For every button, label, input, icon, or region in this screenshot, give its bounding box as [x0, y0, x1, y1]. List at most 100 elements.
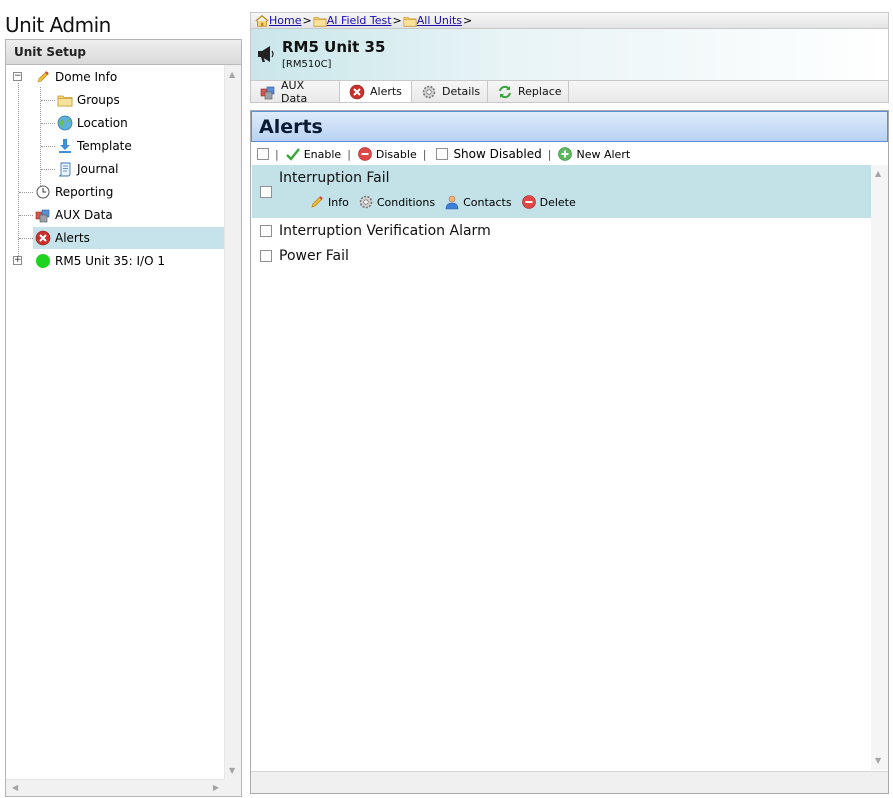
tree-item-location[interactable]: Location: [57, 112, 128, 134]
tab-replace[interactable]: Replace: [488, 81, 569, 102]
tree-item-template[interactable]: Template: [57, 135, 132, 157]
collapse-icon[interactable]: −: [13, 72, 22, 81]
tree-item-alerts[interactable]: Alerts: [33, 227, 225, 249]
page-title: Unit Admin: [5, 13, 111, 37]
breadcrumb-home-link[interactable]: Home: [269, 14, 301, 27]
tree-line: [19, 192, 33, 193]
tab-label: AUX Data: [281, 78, 308, 105]
unit-model: [RM510C]: [282, 59, 332, 70]
tree-item-journal[interactable]: Journal: [57, 158, 119, 180]
scroll-down-icon[interactable]: ▼: [229, 767, 235, 775]
unit-setup-tree: − Dome Info Groups Location Template Jou…: [6, 65, 225, 781]
scroll-down-icon[interactable]: ▼: [875, 757, 881, 765]
tree-item-aux-data[interactable]: AUX Data: [35, 204, 113, 226]
error-icon: [349, 84, 365, 100]
status-green-icon: [35, 253, 51, 269]
alert-name[interactable]: Interruption Fail: [279, 170, 390, 186]
alert-row[interactable]: Power Fail: [252, 246, 871, 268]
checkmark-icon: [285, 146, 301, 162]
disable-button[interactable]: Disable: [357, 146, 417, 162]
scroll-up-icon[interactable]: ▲: [875, 170, 881, 178]
journal-icon: [57, 161, 73, 177]
clock-icon: [35, 184, 51, 200]
tree-item-io-unit[interactable]: RM5 Unit 35: I/O 1: [35, 250, 165, 272]
tree-item-label: AUX Data: [55, 208, 113, 222]
scroll-up-icon[interactable]: ▲: [229, 71, 235, 79]
megaphone-icon: [255, 43, 277, 65]
breadcrumb-separator: >: [463, 14, 473, 27]
unit-title: RM5 Unit 35: [282, 38, 386, 56]
action-label: Contacts: [463, 195, 512, 209]
gear-icon: [358, 194, 374, 210]
scroll-left-icon[interactable]: ◀: [12, 784, 18, 792]
disable-label: Disable: [375, 147, 417, 161]
alerts-toolbar: | Enable | Disable | Show Disabled | New…: [257, 146, 630, 162]
tab-label: Details: [442, 85, 481, 98]
breadcrumb-all-units-link[interactable]: All Units: [417, 14, 462, 27]
alert-delete-button[interactable]: Delete: [521, 194, 576, 210]
tree-vertical-scrollbar[interactable]: ▲ ▼: [224, 65, 241, 781]
toolbar-separator: |: [422, 147, 427, 161]
globe-icon: [57, 115, 73, 131]
tree-item-groups[interactable]: Groups: [57, 89, 120, 111]
tree-horizontal-scrollbar[interactable]: ◀ ▶: [6, 779, 225, 796]
download-icon: [57, 138, 73, 154]
expand-icon[interactable]: +: [13, 256, 22, 265]
tab-alerts[interactable]: Alerts: [340, 81, 412, 102]
tree-line: [19, 215, 33, 216]
alert-info-button[interactable]: Info: [309, 194, 349, 210]
new-alert-button[interactable]: New Alert: [557, 146, 630, 162]
tree-item-label: Reporting: [55, 185, 114, 199]
folder-icon: [403, 14, 417, 28]
tree-item-label: Journal: [77, 162, 119, 176]
alert-row[interactable]: Interruption Fail Info Conditions Contac…: [252, 165, 871, 218]
select-all-checkbox[interactable]: [257, 148, 269, 160]
tree-line: [40, 87, 41, 192]
tab-details[interactable]: Details: [412, 81, 488, 102]
tree-line: [41, 100, 55, 101]
aux-data-icon: [35, 207, 51, 223]
action-label: Conditions: [376, 195, 436, 209]
tab-label: Alerts: [370, 85, 402, 98]
action-label: Info: [328, 195, 349, 209]
alerts-vertical-scrollbar[interactable]: ▲ ▼: [871, 165, 888, 770]
tree-line: [41, 123, 55, 124]
toolbar-separator: |: [275, 147, 279, 161]
folder-icon: [313, 14, 327, 28]
breadcrumb: Home > AI Field Test > All Units >: [250, 12, 889, 29]
alerts-list: Interruption Fail Info Conditions Contac…: [252, 165, 871, 772]
alert-name[interactable]: Interruption Verification Alarm: [279, 223, 491, 239]
breadcrumb-field-test-link[interactable]: AI Field Test: [327, 14, 392, 27]
breadcrumb-separator: >: [302, 14, 312, 27]
scroll-right-icon[interactable]: ▶: [213, 784, 219, 792]
unit-tabs: AUX Data Alerts Details Replace: [250, 78, 889, 105]
tree-item-label: Location: [77, 116, 128, 130]
tab-label: Replace: [518, 85, 562, 98]
tree-item-dome-info[interactable]: Dome Info: [35, 66, 117, 88]
alert-checkbox[interactable]: [260, 250, 272, 262]
alerts-panel-title: Alerts: [251, 111, 888, 142]
error-icon: [35, 230, 51, 246]
alert-row[interactable]: Interruption Verification Alarm: [252, 221, 871, 243]
alert-name[interactable]: Power Fail: [279, 248, 349, 264]
tree-item-label: RM5 Unit 35: I/O 1: [55, 254, 165, 268]
alert-checkbox[interactable]: [260, 186, 272, 198]
alert-checkbox[interactable]: [260, 225, 272, 237]
unit-setup-panel: Unit Setup − Dome Info Groups Location T…: [5, 39, 242, 797]
tree-item-label: Groups: [77, 93, 120, 107]
tab-aux-data[interactable]: AUX Data: [251, 78, 340, 105]
breadcrumb-separator: >: [392, 14, 402, 27]
minus-circle-icon: [357, 146, 373, 162]
tree-item-reporting[interactable]: Reporting: [35, 181, 113, 203]
toolbar-separator: |: [547, 147, 552, 161]
action-label: Delete: [539, 195, 576, 209]
alert-conditions-button[interactable]: Conditions: [358, 194, 435, 210]
show-disabled-checkbox[interactable]: [436, 148, 449, 160]
tree-line: [41, 146, 55, 147]
alert-contacts-button[interactable]: Contacts: [444, 194, 512, 210]
aux-data-icon: [260, 84, 276, 100]
tree-line: [19, 238, 33, 239]
alerts-footer-bar: [251, 771, 888, 793]
enable-label: Enable: [303, 147, 342, 161]
enable-button[interactable]: Enable: [285, 146, 341, 162]
